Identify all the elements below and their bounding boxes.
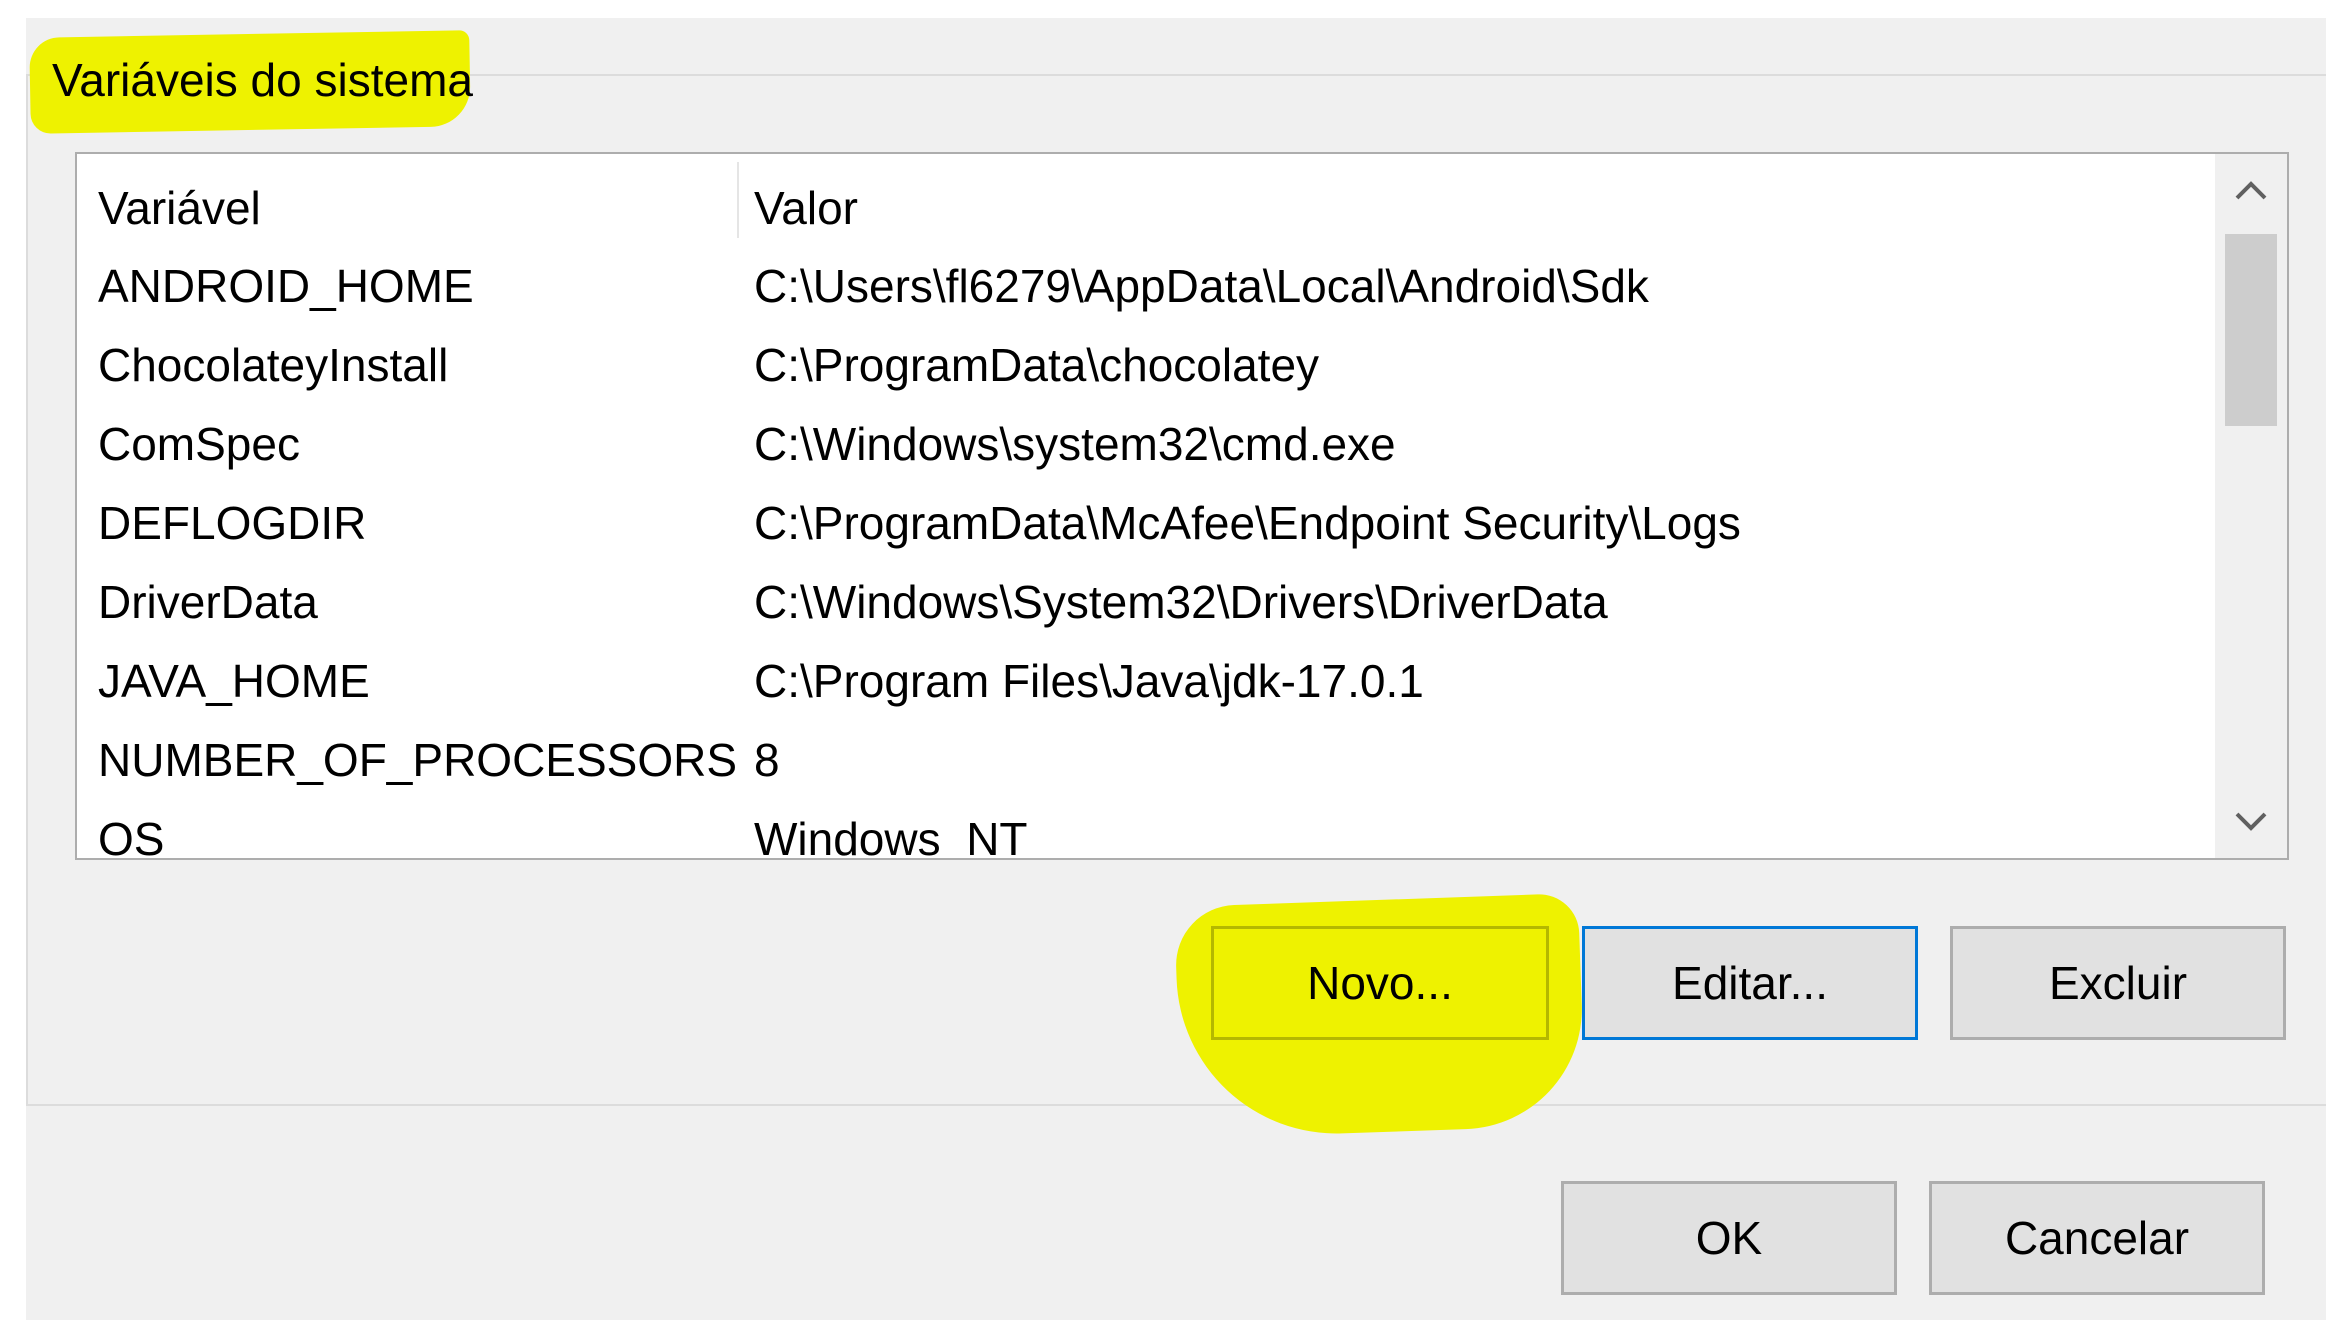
list-header: Variável Valor: [77, 154, 2217, 246]
column-divider[interactable]: [737, 162, 739, 238]
group-title-wrap: Variáveis do sistema: [38, 44, 483, 116]
chevron-up-icon: [2235, 181, 2267, 200]
ok-button[interactable]: OK: [1561, 1181, 1897, 1295]
cell-value: C:\ProgramData\McAfee\Endpoint Security\…: [754, 497, 1741, 549]
table-row[interactable]: ComSpec C:\Windows\system32\cmd.exe: [77, 404, 2217, 483]
top-edge: [0, 0, 2326, 18]
cell-variable: DriverData: [98, 576, 318, 628]
cancel-button[interactable]: Cancelar: [1929, 1181, 2265, 1295]
table-row[interactable]: ANDROID_HOME C:\Users\fl6279\AppData\Loc…: [77, 246, 2217, 325]
cell-value: C:\Users\fl6279\AppData\Local\Android\Sd…: [754, 260, 1649, 312]
cell-value: 8: [754, 734, 780, 786]
chevron-down-icon: [2235, 812, 2267, 831]
table-row[interactable]: DEFLOGDIR C:\ProgramData\McAfee\Endpoint…: [77, 483, 2217, 562]
group-title: Variáveis do sistema: [52, 54, 473, 106]
table-row[interactable]: DriverData C:\Windows\System32\Drivers\D…: [77, 562, 2217, 641]
cell-value: C:\Windows\system32\cmd.exe: [754, 418, 1396, 470]
cell-value: Windows_NT: [754, 813, 1028, 860]
new-button[interactable]: Novo...: [1211, 926, 1549, 1040]
cell-variable: ChocolateyInstall: [98, 339, 449, 391]
cell-variable: DEFLOGDIR: [98, 497, 367, 549]
column-header-variable[interactable]: Variável: [98, 178, 261, 238]
scroll-down-button[interactable]: [2215, 786, 2287, 858]
cell-variable: NUMBER_OF_PROCESSORS: [98, 734, 738, 786]
cell-value: C:\ProgramData\chocolatey: [754, 339, 1320, 391]
cell-variable: OS: [98, 813, 165, 860]
column-header-value[interactable]: Valor: [754, 178, 858, 238]
cell-value: C:\Program Files\Java\jdk-17.0.1: [754, 655, 1424, 707]
scroll-thumb[interactable]: [2225, 234, 2277, 426]
table-row[interactable]: JAVA_HOME C:\Program Files\Java\jdk-17.0…: [77, 641, 2217, 720]
cell-variable: ComSpec: [98, 418, 300, 470]
system-variables-list[interactable]: Variável Valor ANDROID_HOME C:\Users\fl6…: [75, 152, 2289, 860]
left-edge: [0, 0, 26, 1320]
cell-variable: ANDROID_HOME: [98, 260, 474, 312]
cell-variable: JAVA_HOME: [98, 655, 370, 707]
edit-button[interactable]: Editar...: [1582, 926, 1918, 1040]
cell-value: C:\Windows\System32\Drivers\DriverData: [754, 576, 1608, 628]
vertical-scrollbar[interactable]: [2215, 154, 2287, 858]
table-row[interactable]: OS Windows_NT: [77, 799, 2217, 860]
delete-button[interactable]: Excluir: [1950, 926, 2286, 1040]
table-row[interactable]: ChocolateyInstall C:\ProgramData\chocola…: [77, 325, 2217, 404]
table-row[interactable]: NUMBER_OF_PROCESSORS 8: [77, 720, 2217, 799]
scroll-up-button[interactable]: [2215, 154, 2287, 226]
